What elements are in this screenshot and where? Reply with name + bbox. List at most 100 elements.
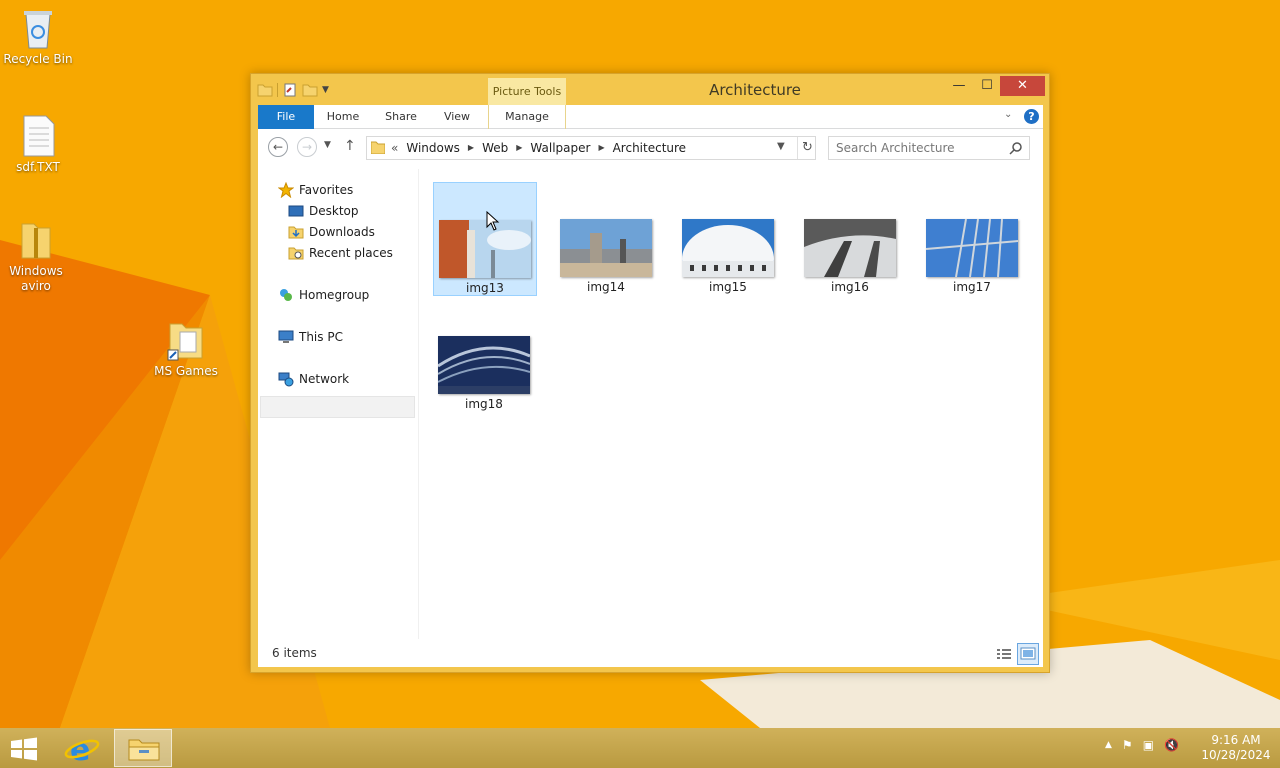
nav-item-label: Desktop [309,204,359,218]
expand-ribbon-icon[interactable]: ⌄ [1004,109,1018,123]
clock-time: 9:16 AM [1211,733,1261,747]
item-count: 6 items [272,646,317,660]
pane-divider[interactable] [418,169,419,639]
file-name: img18 [465,397,503,411]
search-input[interactable] [836,140,1006,156]
details-view-icon[interactable] [996,646,1012,662]
title-bar[interactable]: ▼ Picture Tools Architecture — ☐ ✕ [251,74,1049,106]
breadcrumb-item[interactable]: Web [482,137,508,159]
navigation-bar: ← → ▼ ↑ « Windows ▶ Web ▶ Wallpaper ▶ Ar… [258,133,1043,163]
image-thumbnail [439,220,531,278]
volume-muted-icon[interactable]: 🔇 [1164,738,1179,752]
recent-locations-chevron-icon[interactable]: ▼ [324,140,331,150]
breadcrumb-item[interactable]: Wallpaper [530,137,590,159]
nav-item-network[interactable]: Network [278,369,349,389]
up-button[interactable]: ↑ [344,138,356,154]
file-name: img17 [953,280,991,294]
file-tile-img13[interactable]: img13 [433,182,537,296]
desktop-icon-ms-games[interactable]: MS Games [148,318,224,379]
action-center-flag-icon[interactable]: ⚑ [1122,738,1133,752]
image-thumbnail [682,219,774,277]
file-tile-img16[interactable]: img16 [799,182,903,296]
desktop-icon-recycle-bin[interactable]: Recycle Bin [0,6,76,67]
desktop-icon-sdf-txt[interactable]: sdf.TXT [0,114,76,175]
taskbar: e ▲ ⚑ ▣ 🔇 9:16 AM 10/28/2024 [0,728,1280,768]
file-name: img14 [587,280,625,294]
address-bar[interactable]: « Windows ▶ Web ▶ Wallpaper ▶ Architectu… [366,136,816,160]
breadcrumb-item[interactable]: Architecture [613,137,686,159]
file-tile-img18[interactable]: img18 [433,299,537,413]
windows-start-icon[interactable] [8,736,40,762]
recycle-bin-icon [18,6,58,50]
star-icon [277,181,295,199]
image-thumbnail [926,219,1018,277]
tab-file[interactable]: File [258,105,314,129]
maximize-button[interactable]: ☐ [973,76,1001,96]
network-tray-icon[interactable]: ▣ [1143,738,1154,752]
zip-folder-icon [16,218,56,262]
nav-item-favorites[interactable]: Favorites [277,180,353,200]
nav-item-homegroup[interactable]: Homegroup [278,285,369,305]
internet-explorer-icon[interactable]: e [62,730,102,768]
svg-text:e: e [70,733,90,766]
close-button[interactable]: ✕ [1000,76,1045,96]
nav-item-desktop[interactable]: Desktop [288,201,359,221]
tab-home[interactable]: Home [314,105,372,129]
file-name: img16 [831,280,869,294]
breadcrumb-chevron-icon[interactable]: ▶ [516,137,522,159]
desktop-icon-label: MS Games [154,364,218,378]
file-list: img13 img14 img15 img16 img17 img18 [426,169,1043,639]
clock[interactable]: 9:16 AM 10/28/2024 [1200,733,1272,763]
file-tile-img17[interactable]: img17 [921,182,1025,296]
explorer-window: ▼ Picture Tools Architecture — ☐ ✕ File … [250,73,1050,673]
nav-item-downloads[interactable]: Downloads [288,222,375,242]
file-name: img13 [466,281,504,295]
folder-shortcut-icon [166,318,206,362]
ribbon-tabs: File Home Share View Manage ⌄ ? [258,105,1043,129]
show-hidden-icons-chevron-icon[interactable]: ▲ [1105,740,1112,750]
nav-item-recent-places[interactable]: Recent places [288,243,393,263]
file-tile-img14[interactable]: img14 [555,182,659,296]
breadcrumb: « Windows ▶ Web ▶ Wallpaper ▶ Architectu… [391,137,686,159]
nav-item-label: Homegroup [299,288,370,302]
image-thumbnail [560,219,652,277]
mouse-cursor-icon [486,210,500,234]
large-icons-view-icon[interactable] [1017,643,1039,665]
nav-item-label: This PC [299,330,343,344]
desktop-icon-label: sdf.TXT [16,160,60,174]
minimize-button[interactable]: — [945,76,973,96]
text-file-icon [18,114,58,158]
forward-button[interactable]: → [297,137,317,157]
clock-date: 10/28/2024 [1201,748,1271,762]
breadcrumb-overflow[interactable]: « [391,137,398,159]
search-icon[interactable] [1009,141,1023,155]
refresh-icon[interactable]: ↻ [797,137,817,159]
nav-item-label: Downloads [309,225,375,239]
tab-manage[interactable]: Manage [488,105,566,129]
desktop-icon-windows-aviro[interactable]: Windows aviro [0,218,74,294]
navigation-pane: Favorites Desktop Downloads Recent place… [258,169,418,639]
help-icon[interactable]: ? [1024,109,1039,124]
file-tile-img15[interactable]: img15 [677,182,781,296]
tab-view[interactable]: View [430,105,484,129]
window-client-area: File Home Share View Manage ⌄ ? ← → ▼ ↑ … [258,105,1043,667]
breadcrumb-chevron-icon[interactable]: ▶ [468,137,474,159]
nav-item-label: Network [299,372,350,386]
image-thumbnail [804,219,896,277]
tab-share[interactable]: Share [372,105,430,129]
downloads-folder-icon [288,224,304,240]
desktop-icon-label: Windows aviro [9,264,63,293]
back-button[interactable]: ← [268,137,288,157]
file-explorer-taskbar-button[interactable] [114,729,172,767]
nav-item-highlight [260,396,415,418]
nav-item-this-pc[interactable]: This PC [278,327,343,347]
address-dropdown-icon[interactable]: ▼ [777,141,785,152]
search-box[interactable] [828,136,1030,160]
breadcrumb-chevron-icon[interactable]: ▶ [598,137,604,159]
recent-places-icon [288,245,304,261]
desktop-icon-label: Recycle Bin [3,52,73,66]
status-bar: 6 items [258,641,1043,667]
image-thumbnail [438,336,530,394]
window-title: Architecture [709,81,801,99]
breadcrumb-item[interactable]: Windows [406,137,460,159]
